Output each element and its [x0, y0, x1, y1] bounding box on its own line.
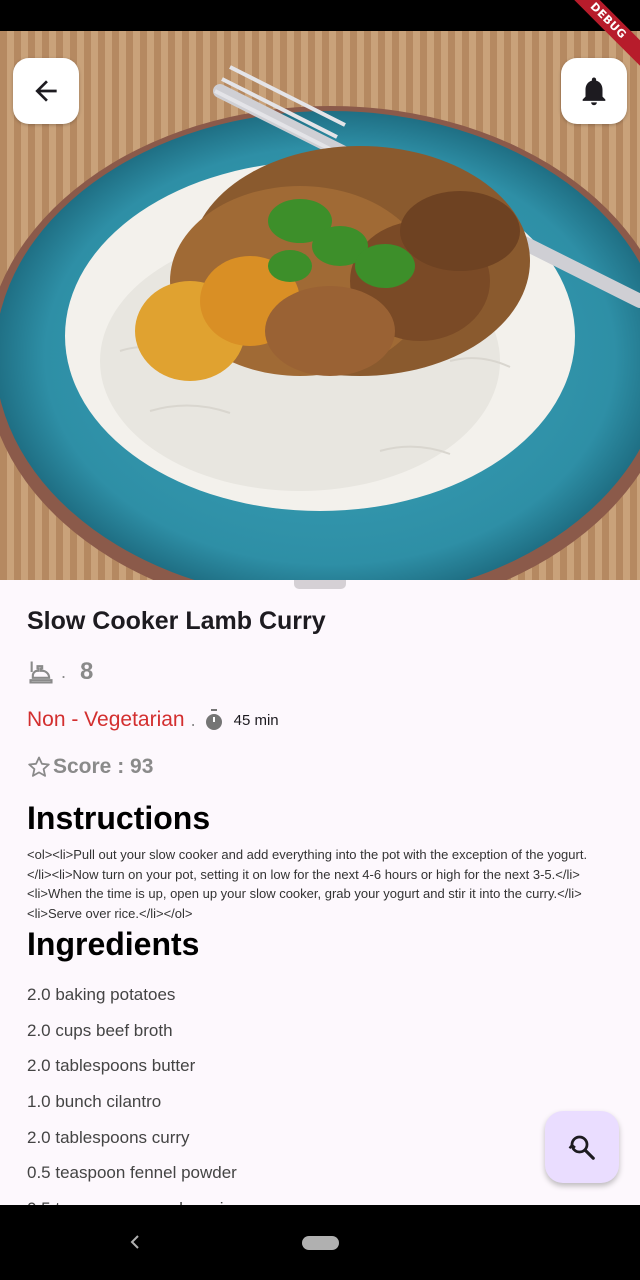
arrow-back-icon: [35, 80, 57, 102]
back-button[interactable]: [13, 58, 79, 124]
recipe-hero-image: [0, 31, 640, 580]
search-history-icon: [568, 1135, 595, 1160]
nav-home-pill[interactable]: [302, 1236, 339, 1250]
timer-icon: [205, 709, 222, 730]
notification-button[interactable]: [561, 58, 627, 124]
recipe-title: Slow Cooker Lamb Curry: [27, 607, 326, 635]
nav-back-icon[interactable]: [128, 1230, 142, 1254]
ingredients-heading: Ingredients: [27, 926, 200, 962]
ready-time: 45 min: [233, 711, 279, 729]
status-bar: [0, 0, 640, 31]
recipe-details-sheet: Slow Cooker Lamb Curry . 8 Non - Vegetar…: [0, 580, 640, 1205]
score-row: Score : 93: [27, 755, 153, 779]
search-history-button[interactable]: [545, 1111, 619, 1183]
diet-time-row: Non - Vegetarian . 45 min: [27, 708, 279, 732]
drag-handle[interactable]: [294, 580, 346, 589]
score-label: Score : 93: [53, 755, 154, 778]
instructions-heading: Instructions: [27, 800, 211, 836]
separator-dot: .: [190, 709, 196, 730]
ingredient-list: 2.0 baking potatoes 2.0 cups beef broth …: [27, 980, 237, 1205]
star-outline-icon: [28, 756, 50, 777]
separator-dot: .: [61, 661, 67, 682]
ingredient-item: 0.5 teaspoon fennel powder: [27, 1163, 237, 1183]
instructions-text: <ol><li>Pull out your slow cooker and ad…: [27, 847, 588, 921]
servings-icon: [29, 661, 53, 684]
diet-label: Non - Vegetarian: [27, 708, 185, 731]
bell-icon: [582, 77, 606, 106]
ingredient-item: 2.0 tablespoons butter: [27, 1056, 196, 1076]
ingredient-item: 1.0 bunch cilantro: [27, 1092, 162, 1112]
ingredient-item: 2.0 tablespoons curry: [27, 1127, 190, 1147]
ingredient-item: 0.5 teaspoon ground cumin: [27, 1194, 237, 1205]
servings-row: . 8: [27, 658, 93, 686]
ingredient-item: 2.0 baking potatoes: [27, 985, 176, 1004]
ingredient-item: 2.0 cups beef broth: [27, 1020, 173, 1040]
servings-count: 8: [80, 658, 94, 685]
system-nav-bar: [0, 1205, 640, 1280]
